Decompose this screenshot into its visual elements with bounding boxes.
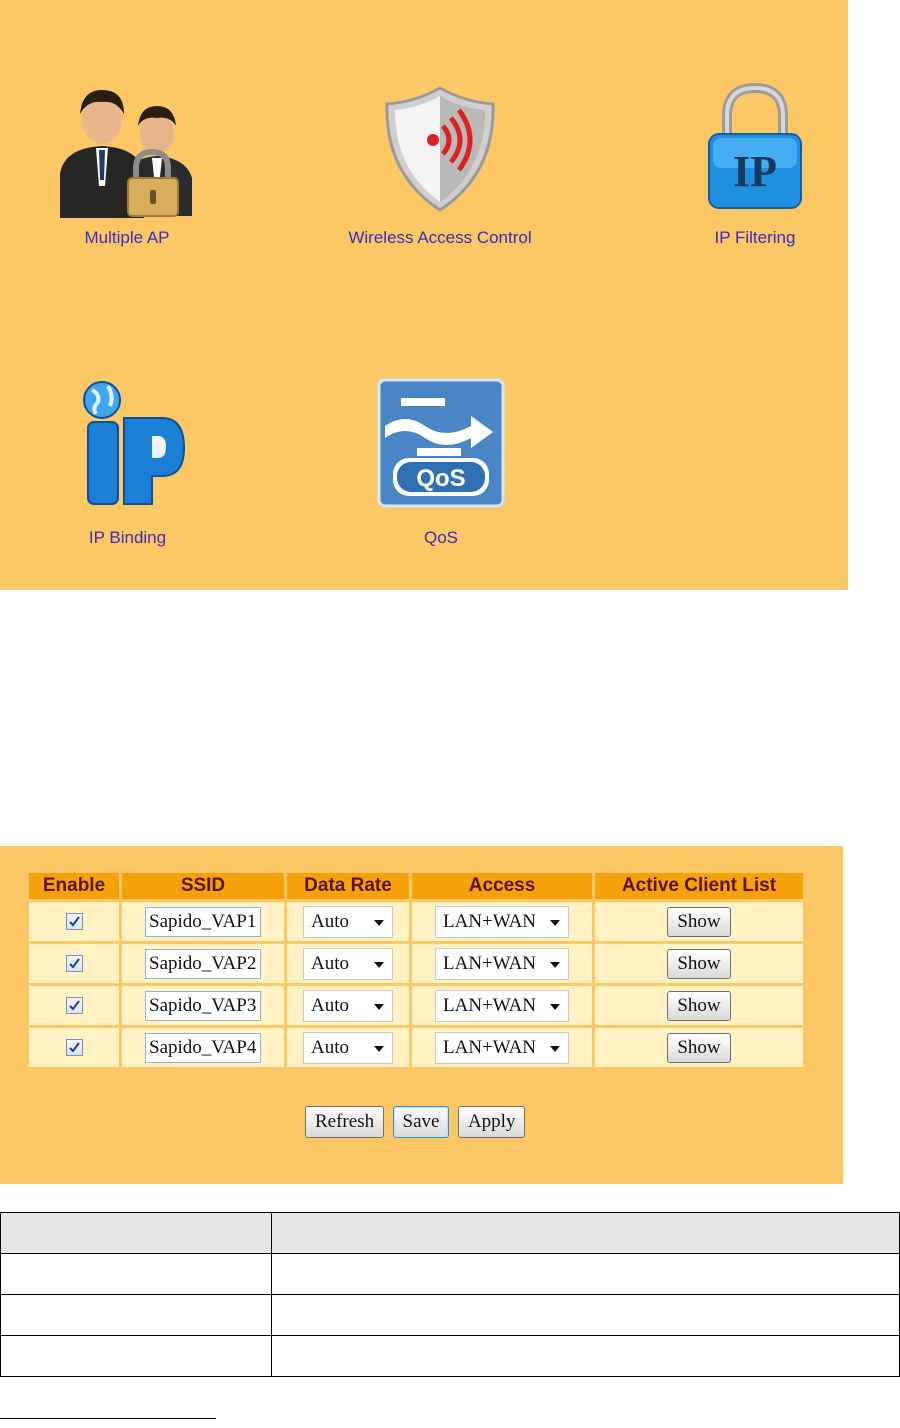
table-row: [0, 1294, 900, 1336]
description-table: [0, 1212, 900, 1377]
wireless-shield-icon: [385, 86, 495, 212]
col-active-client-list: Active Client List: [595, 873, 803, 899]
table-row: Auto LAN+WAN Show: [29, 944, 803, 983]
table-row: Auto LAN+WAN Show: [29, 1028, 803, 1067]
form-actions: Refresh Save Apply: [305, 1106, 529, 1138]
col-data-rate: Data Rate: [287, 873, 409, 899]
enable-checkbox[interactable]: [65, 912, 83, 930]
chevron-down-icon: [550, 961, 560, 968]
ip-filtering-label[interactable]: IP Filtering: [690, 228, 820, 248]
data-rate-select[interactable]: Auto: [303, 989, 393, 1022]
ssid-input[interactable]: [145, 1032, 261, 1063]
chevron-down-icon: [374, 961, 384, 968]
table-row: [0, 1253, 900, 1295]
col-access: Access: [412, 873, 592, 899]
show-clients-button[interactable]: Show: [667, 906, 731, 937]
ip-filter-icon-text: IP: [733, 147, 777, 196]
vap-table-header: Enable SSID Data Rate Access Active Clie…: [29, 873, 803, 899]
table-row: [0, 1335, 900, 1377]
data-rate-value: Auto: [311, 952, 349, 974]
ssid-input[interactable]: [145, 990, 261, 1021]
chevron-down-icon: [550, 919, 560, 926]
footnote-divider: [0, 1418, 216, 1419]
access-select[interactable]: LAN+WAN: [435, 905, 569, 938]
chevron-down-icon: [550, 1003, 560, 1010]
refresh-button[interactable]: Refresh: [305, 1106, 385, 1138]
enable-checkbox[interactable]: [65, 1038, 83, 1056]
ssid-input[interactable]: [145, 948, 261, 979]
ssid-input[interactable]: [145, 906, 261, 937]
save-button[interactable]: Save: [392, 1106, 450, 1138]
vap-table: Enable SSID Data Rate Access Active Clie…: [26, 870, 806, 1070]
data-rate-value: Auto: [311, 1036, 349, 1058]
check-icon: [68, 958, 80, 969]
qos-icon: QoS: [377, 378, 505, 508]
chevron-down-icon: [550, 1045, 560, 1052]
enable-checkbox[interactable]: [65, 954, 83, 972]
show-clients-button[interactable]: Show: [667, 1032, 731, 1063]
show-clients-button[interactable]: Show: [667, 948, 731, 979]
table-row: [0, 1212, 900, 1254]
check-icon: [68, 916, 80, 927]
show-clients-button[interactable]: Show: [667, 990, 731, 1021]
desc-header-cell: [0, 1212, 272, 1254]
access-value: LAN+WAN: [443, 952, 537, 974]
data-rate-value: Auto: [311, 910, 349, 932]
qos-tile[interactable]: QoS QoS: [370, 378, 512, 554]
data-rate-value: Auto: [311, 994, 349, 1016]
access-select[interactable]: LAN+WAN: [435, 1031, 569, 1064]
qos-label[interactable]: QoS: [370, 528, 512, 548]
access-value: LAN+WAN: [443, 1036, 537, 1058]
qos-icon-text: QoS: [416, 465, 465, 492]
ip-globe-icon: [83, 381, 185, 505]
desc-header-cell: [271, 1212, 900, 1254]
access-value: LAN+WAN: [443, 994, 537, 1016]
desc-cell: [271, 1294, 900, 1336]
ip-filtering-tile[interactable]: IP IP Filtering: [690, 82, 820, 256]
desc-cell: [0, 1253, 272, 1295]
data-rate-select[interactable]: Auto: [303, 1031, 393, 1064]
wireless-access-control-tile[interactable]: Wireless Access Control: [325, 84, 555, 256]
users-lock-icon: [60, 90, 192, 218]
col-enable: Enable: [29, 873, 119, 899]
chevron-down-icon: [374, 919, 384, 926]
check-icon: [68, 1000, 80, 1011]
table-row: Auto LAN+WAN Show: [29, 986, 803, 1025]
ip-padlock-icon: IP: [708, 82, 802, 209]
chevron-down-icon: [374, 1045, 384, 1052]
wireless-access-control-label[interactable]: Wireless Access Control: [325, 228, 555, 248]
ip-binding-tile[interactable]: IP Binding: [60, 378, 195, 554]
data-rate-select[interactable]: Auto: [303, 905, 393, 938]
access-value: LAN+WAN: [443, 910, 537, 932]
desc-cell: [271, 1335, 900, 1377]
check-icon: [68, 1042, 80, 1053]
desc-cell: [271, 1253, 900, 1295]
data-rate-select[interactable]: Auto: [303, 947, 393, 980]
enable-checkbox[interactable]: [65, 996, 83, 1014]
chevron-down-icon: [374, 1003, 384, 1010]
apply-button[interactable]: Apply: [457, 1106, 526, 1138]
multiple-ap-tile[interactable]: Multiple AP: [52, 76, 202, 256]
feature-menu-panel: Multiple AP Wireless Access Control IP I…: [0, 0, 848, 590]
desc-cell: [0, 1335, 272, 1377]
table-row: Auto LAN+WAN Show: [29, 902, 803, 941]
access-select[interactable]: LAN+WAN: [435, 989, 569, 1022]
multiple-ap-label[interactable]: Multiple AP: [52, 228, 202, 248]
access-select[interactable]: LAN+WAN: [435, 947, 569, 980]
ip-binding-label[interactable]: IP Binding: [60, 528, 195, 548]
col-ssid: SSID: [122, 873, 284, 899]
desc-cell: [0, 1294, 272, 1336]
